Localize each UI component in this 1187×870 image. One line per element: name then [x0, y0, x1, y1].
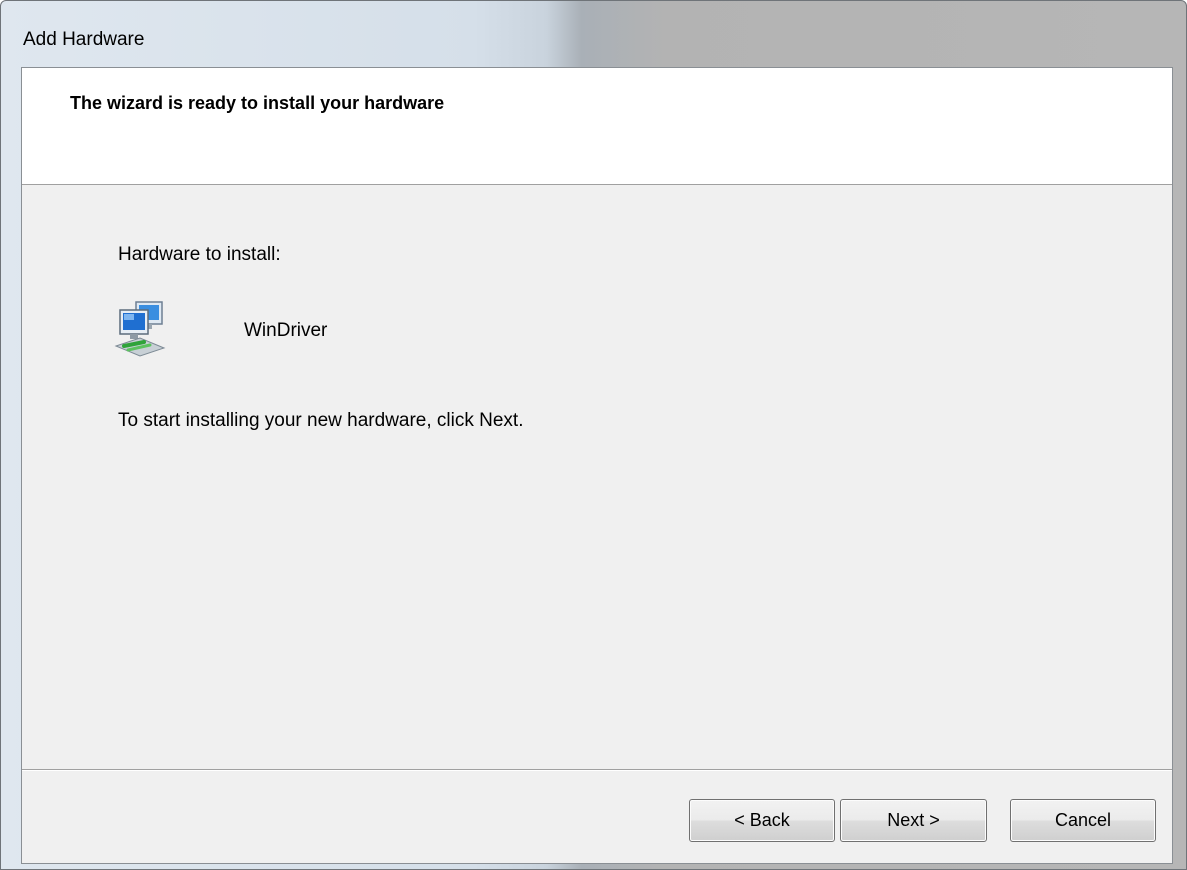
- wizard-header-title: The wizard is ready to install your hard…: [70, 93, 445, 113]
- wizard-client-area: The wizard is ready to install your hard…: [21, 67, 1173, 864]
- add-hardware-window: Add Hardware The wizard is ready to inst…: [0, 0, 1187, 870]
- hardware-to-install-label: Hardware to install:: [118, 244, 281, 265]
- next-button[interactable]: Next >: [840, 799, 987, 842]
- device-name: WinDriver: [244, 320, 328, 341]
- network-device-icon: [110, 298, 180, 358]
- footer-divider: [22, 769, 1172, 771]
- cancel-button[interactable]: Cancel: [1010, 799, 1156, 842]
- back-button[interactable]: < Back: [689, 799, 835, 842]
- instruction-text: To start installing your new hardware, c…: [118, 410, 524, 431]
- window-title: Add Hardware: [23, 29, 145, 50]
- title-bar[interactable]: Add Hardware: [1, 1, 1186, 67]
- wizard-header: The wizard is ready to install your hard…: [22, 68, 1172, 185]
